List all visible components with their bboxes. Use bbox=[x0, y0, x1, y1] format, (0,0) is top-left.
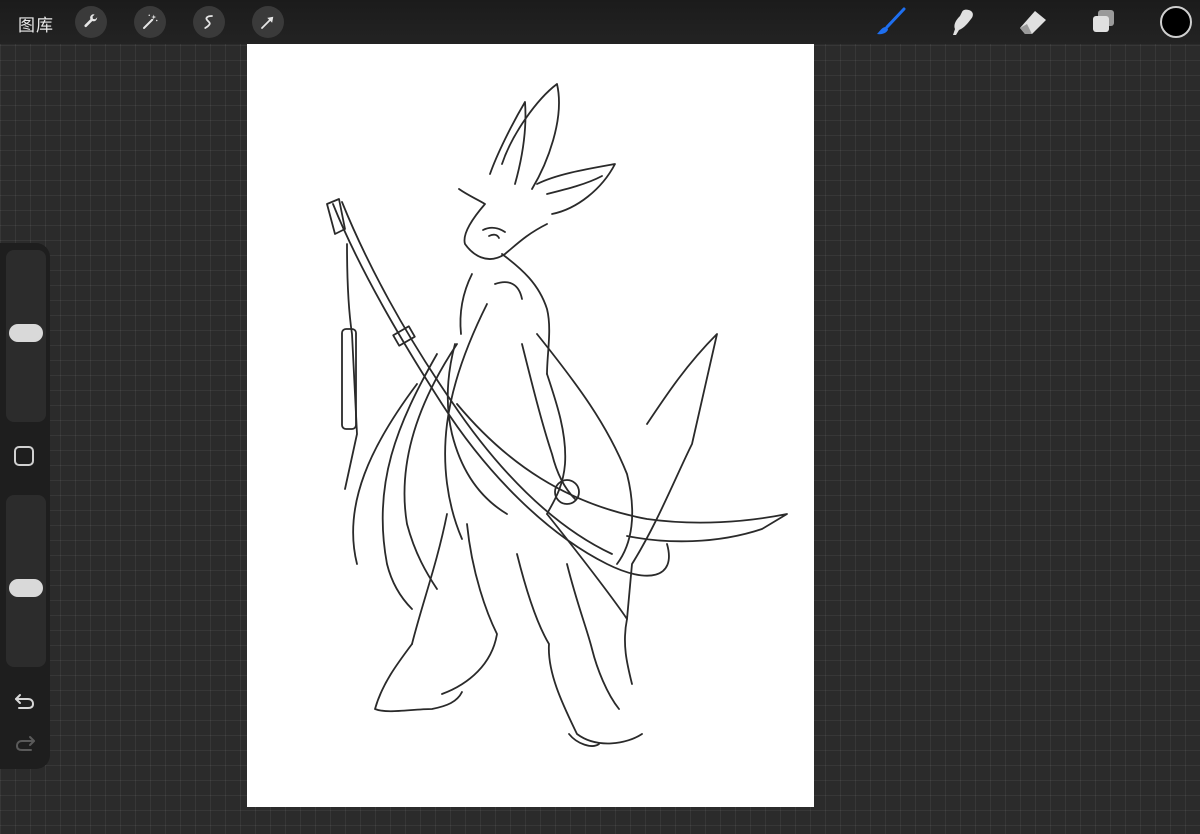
adjustments-button[interactable] bbox=[134, 6, 166, 38]
layers-tool[interactable] bbox=[1087, 6, 1121, 38]
modify-square-icon[interactable] bbox=[14, 446, 34, 466]
wrench-icon bbox=[84, 14, 98, 28]
layers-icon bbox=[1093, 10, 1114, 32]
line-art-sketch bbox=[326, 83, 788, 747]
smudge-icon bbox=[953, 9, 973, 35]
selection-icon bbox=[204, 15, 213, 29]
opacity-thumb[interactable] bbox=[9, 579, 43, 597]
transform-button[interactable] bbox=[252, 6, 284, 38]
actions-button[interactable] bbox=[75, 6, 107, 38]
transform-arrow-icon bbox=[261, 16, 274, 29]
top-toolbar: 图库 bbox=[0, 0, 1200, 44]
left-sidebar bbox=[0, 243, 50, 769]
brush-icon bbox=[877, 7, 906, 35]
brush-tool[interactable] bbox=[873, 6, 907, 38]
drawing-canvas[interactable] bbox=[247, 44, 814, 807]
magic-wand-icon bbox=[143, 14, 158, 29]
brush-size-thumb[interactable] bbox=[9, 324, 43, 342]
eraser-tool[interactable] bbox=[1016, 6, 1050, 38]
smudge-tool[interactable] bbox=[944, 6, 978, 38]
eraser-icon bbox=[1020, 11, 1046, 34]
gallery-button[interactable]: 图库 bbox=[18, 11, 54, 36]
selection-button[interactable] bbox=[193, 6, 225, 38]
brush-size-slider[interactable] bbox=[6, 250, 46, 422]
color-picker-button[interactable] bbox=[1160, 6, 1192, 38]
undo-icon[interactable] bbox=[13, 689, 37, 713]
opacity-slider[interactable] bbox=[6, 495, 46, 667]
redo-icon[interactable] bbox=[13, 731, 37, 755]
